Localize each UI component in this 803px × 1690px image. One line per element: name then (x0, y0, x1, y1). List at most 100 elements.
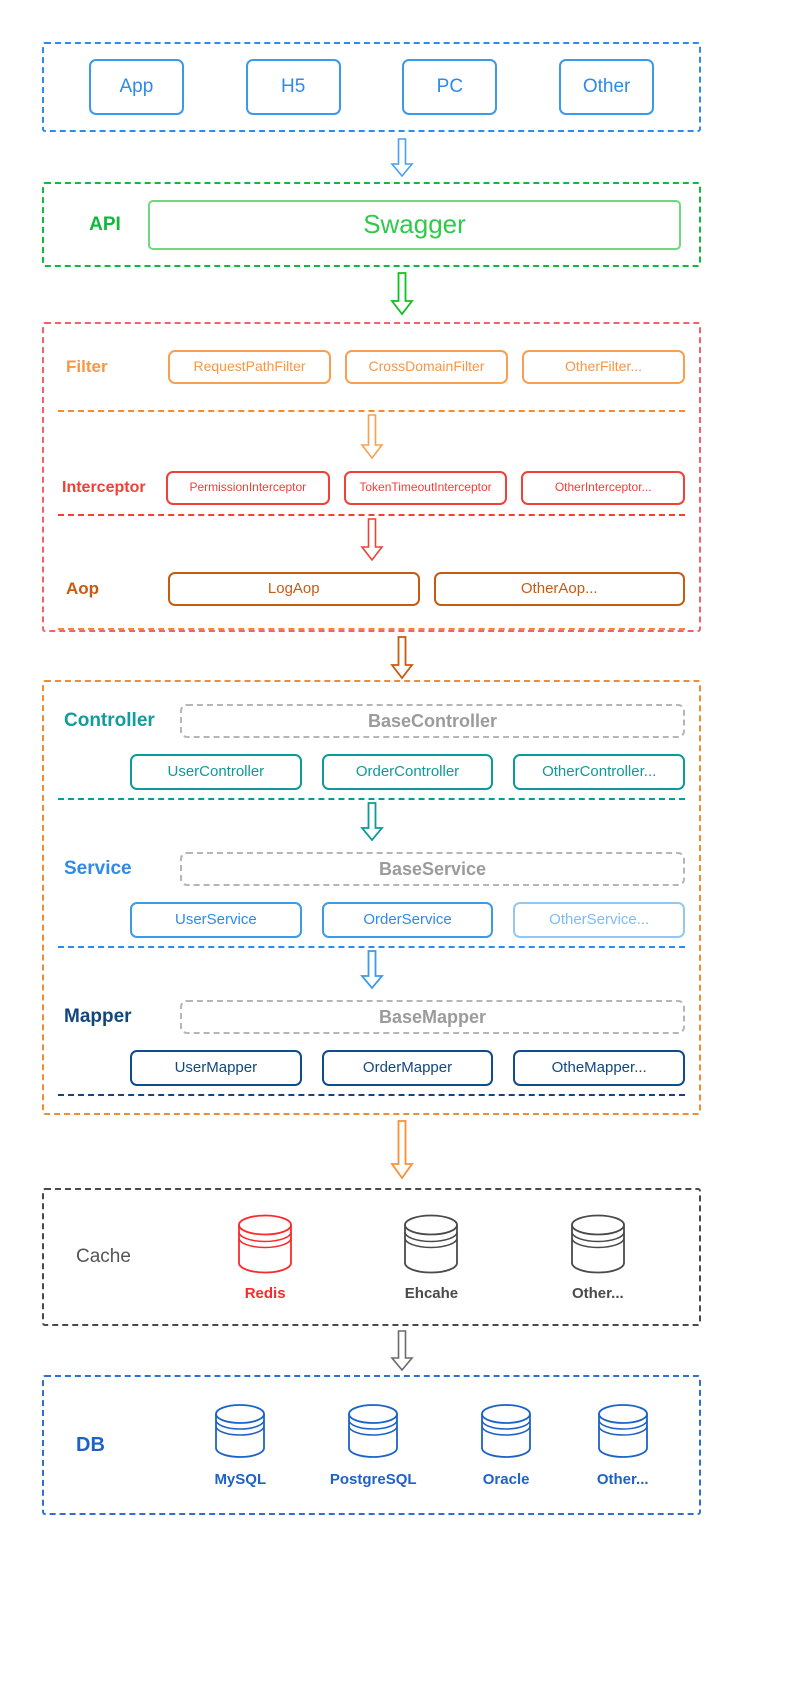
controller-node-ordercontroller[interactable]: OrderController (321, 754, 494, 790)
cache-node-redis[interactable]: Redis (236, 1213, 294, 1302)
client-node-h5-label: H5 (280, 75, 306, 97)
db-node-other[interactable]: Other... (596, 1403, 650, 1488)
arrow-filter-to-interceptor (359, 414, 385, 460)
controller-section-label: Controller (64, 710, 155, 731)
db-node-mysql[interactable]: MySQL (213, 1403, 267, 1488)
arrow-slot-interceptor-to-aop (44, 516, 699, 564)
filter-node-crossdomainfilter[interactable]: CrossDomainFilter (345, 350, 508, 384)
interceptor-node-otherinterceptor[interactable]: OtherInterceptor... (521, 471, 686, 505)
controller-base-label: BaseController (367, 710, 498, 731)
controller-base-row: Controller BaseController (58, 696, 685, 746)
mapper-base-label: BaseMapper (378, 1006, 487, 1027)
arrow-core-to-cache (389, 1120, 415, 1180)
cache-node-redis-label: Redis (244, 1284, 286, 1302)
aop-row-label: Aop (66, 579, 100, 598)
client-node-other[interactable]: Other (559, 59, 655, 115)
api-node-swagger[interactable]: Swagger (148, 199, 681, 250)
cache-node-ehcahe[interactable]: Ehcahe (402, 1213, 460, 1302)
interceptor-items: PermissionInterceptor TokenTimeoutInterc… (166, 471, 686, 505)
filter-node-requestpathfilter-label: RequestPathFilter (193, 358, 306, 375)
mapper-node-ordermapper-label: OrderMapper (362, 1058, 453, 1076)
arrow-cache-to-db (389, 1330, 415, 1372)
api-node-swagger-label: Swagger (363, 209, 466, 240)
cache-node-other[interactable]: Other... (569, 1213, 627, 1302)
db-layer-label: DB (76, 1433, 105, 1456)
cache-node-other-label: Other... (571, 1284, 624, 1302)
arrow-service-to-mapper (359, 950, 385, 990)
client-node-app-label: App (119, 75, 154, 97)
db-node-mysql-label: MySQL (214, 1470, 267, 1488)
aop-node-logaop[interactable]: LogAop (168, 572, 420, 606)
database-cylinder-icon (215, 1403, 266, 1458)
aop-node-otheraop-label: OtherAop... (520, 579, 598, 597)
controller-node-usercontroller-label: UserController (167, 762, 265, 780)
service-base-row: Service BaseService (58, 844, 685, 894)
mapper-impl-row: UserMapper OrderMapper OtheMapper... (58, 1042, 686, 1094)
architecture-diagram: App H5 PC Other API Swagger Filter Reque… (0, 0, 803, 1690)
database-cylinder-icon (570, 1214, 625, 1273)
cache-layer-label: Cache (76, 1246, 131, 1267)
interceptor-node-tokentimeoutinterceptor[interactable]: TokenTimeoutInterceptor (343, 471, 508, 505)
service-node-orderservice-label: OrderService (363, 910, 452, 928)
service-section-label: Service (64, 858, 132, 879)
web-layer-band: Filter RequestPathFilter CrossDomainFilt… (42, 322, 701, 632)
service-node-userservice-label: UserService (174, 910, 257, 928)
filter-node-otherfilter-label: OtherFilter... (564, 358, 643, 375)
mapper-node-othemapper[interactable]: OtheMapper... (513, 1050, 686, 1086)
mapper-node-usermapper-label: UserMapper (174, 1058, 258, 1076)
db-node-oracle-label: Oracle (482, 1470, 530, 1488)
database-cylinder-icon (481, 1403, 532, 1458)
core-layer-band: Controller BaseController UserController… (42, 680, 701, 1115)
controller-node-ordercontroller-label: OrderController (355, 762, 460, 780)
controller-impl-row: UserController OrderController OtherCont… (58, 746, 686, 798)
divider-mapper-bottom (58, 1094, 685, 1096)
client-node-h5[interactable]: H5 (245, 59, 341, 115)
filter-node-crossdomainfilter-label: CrossDomainFilter (368, 358, 485, 375)
client-items-row: App H5 PC Other (44, 44, 699, 130)
client-node-app[interactable]: App (88, 59, 184, 115)
filter-row-label: Filter (66, 357, 108, 376)
aop-node-otheraop[interactable]: OtherAop... (433, 572, 685, 606)
arrow-web-to-core (389, 636, 415, 680)
interceptor-row: Interceptor PermissionInterceptor TokenT… (44, 462, 699, 514)
arrow-client-to-api (389, 138, 415, 178)
cache-layer-band: Cache Redis Ehcahe Other... (42, 1188, 701, 1326)
database-cylinder-icon (348, 1403, 399, 1458)
filter-node-requestpathfilter[interactable]: RequestPathFilter (168, 350, 331, 384)
controller-node-othercontroller[interactable]: OtherController... (513, 754, 686, 790)
mapper-base-row: Mapper BaseMapper (58, 992, 685, 1042)
db-node-postgresql[interactable]: PostgreSQL (330, 1403, 417, 1488)
interceptor-node-permissioninterceptor[interactable]: PermissionInterceptor (166, 471, 330, 505)
mapper-section-label: Mapper (64, 1006, 132, 1027)
filter-row: Filter RequestPathFilter CrossDomainFilt… (44, 324, 699, 410)
mapper-node-ordermapper[interactable]: OrderMapper (321, 1050, 494, 1086)
db-node-oracle[interactable]: Oracle (479, 1403, 533, 1488)
db-items: MySQL PostgreSQL Oracle Other... (182, 1403, 681, 1488)
aop-row: Aop LogAop OtherAop... (44, 564, 699, 614)
interceptor-node-permissioninterceptor-label: PermissionInterceptor (189, 480, 307, 495)
service-base-label: BaseService (378, 858, 487, 879)
service-node-otherservice[interactable]: OtherService... (513, 902, 686, 938)
mapper-node-usermapper[interactable]: UserMapper (130, 1050, 302, 1086)
arrow-slot-controller-to-service (44, 800, 699, 844)
client-node-pc-label: PC (436, 75, 464, 97)
api-layer-inner: API Swagger (44, 184, 699, 265)
service-node-orderservice[interactable]: OrderService (321, 902, 494, 938)
filter-node-otherfilter[interactable]: OtherFilter... (522, 350, 685, 384)
cache-node-ehcahe-label: Ehcahe (404, 1284, 459, 1302)
client-node-other-label: Other (582, 75, 631, 97)
database-cylinder-icon (238, 1214, 293, 1273)
service-section: Service BaseService UserService OrderSer… (44, 844, 699, 946)
service-node-userservice[interactable]: UserService (130, 902, 302, 938)
service-node-otherservice-label: OtherService... (549, 910, 650, 928)
controller-node-usercontroller[interactable]: UserController (130, 754, 302, 790)
service-impl-row: UserService OrderService OtherService... (58, 894, 686, 946)
mapper-base-box: BaseMapper (180, 1000, 685, 1034)
aop-items: LogAop OtherAop... (168, 572, 685, 606)
database-cylinder-icon (597, 1403, 648, 1458)
controller-node-othercontroller-label: OtherController... (542, 762, 657, 780)
mapper-section: Mapper BaseMapper UserMapper OrderMapper… (44, 992, 699, 1094)
client-node-pc[interactable]: PC (402, 59, 498, 115)
cache-row: Cache Redis Ehcahe Other... (44, 1190, 699, 1324)
arrow-interceptor-to-aop (359, 518, 385, 562)
